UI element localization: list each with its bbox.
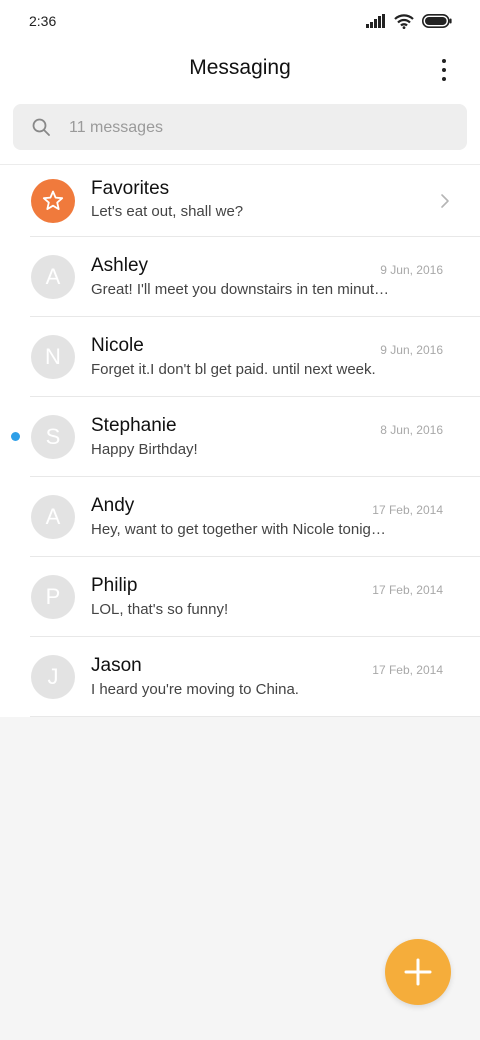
contact-name: Jason: [91, 655, 142, 676]
avatar: J: [31, 655, 75, 699]
message-date: 17 Feb, 2014: [372, 583, 443, 597]
avatar: P: [31, 575, 75, 619]
conversation-item-philip[interactable]: P Philip 17 Feb, 2014 LOL, that's so fun…: [0, 557, 480, 637]
chevron-right-icon: [441, 194, 449, 208]
conversation-item-ashley[interactable]: A Ashley 9 Jun, 2016 Great! I'll meet yo…: [0, 237, 480, 317]
message-preview: Hey, want to get together with Nicole to…: [91, 521, 391, 538]
message-preview: LOL, that's so funny!: [91, 601, 229, 618]
page-title: Messaging: [189, 56, 291, 79]
favorites-preview: Let's eat out, shall we?: [91, 203, 244, 220]
contact-name: Nicole: [91, 335, 144, 356]
message-date: 17 Feb, 2014: [372, 503, 443, 517]
conversation-list: Favorites Let's eat out, shall we? A Ash…: [0, 164, 480, 717]
signal-icon: [366, 14, 385, 28]
avatar: A: [31, 255, 75, 299]
battery-icon: [422, 14, 452, 28]
plus-icon: [404, 958, 432, 986]
search-input[interactable]: [67, 104, 451, 152]
avatar: S: [31, 415, 75, 459]
message-preview: I heard you're moving to China.: [91, 681, 299, 698]
message-preview: Forget it.I don't bl get paid. until nex…: [91, 361, 376, 378]
conversation-item-nicole[interactable]: N Nicole 9 Jun, 2016 Forget it.I don't b…: [0, 317, 480, 397]
favorites-item[interactable]: Favorites Let's eat out, shall we?: [0, 165, 480, 237]
search-box[interactable]: [13, 104, 467, 152]
status-icons: [366, 13, 452, 29]
unread-indicator: [11, 432, 20, 441]
conversation-item-andy[interactable]: A Andy 17 Feb, 2014 Hey, want to get tog…: [0, 477, 480, 557]
more-options-button[interactable]: [432, 56, 456, 84]
more-vertical-icon: [442, 59, 446, 63]
contact-name: Ashley: [91, 255, 149, 276]
app-header: Messaging: [0, 42, 480, 98]
favorites-name: Favorites: [91, 178, 170, 199]
search-icon: [32, 118, 50, 136]
message-preview: Great! I'll meet you downstairs in ten m…: [91, 281, 391, 298]
status-bar: 2:36: [0, 0, 480, 42]
contact-name: Andy: [91, 495, 135, 516]
message-date: 8 Jun, 2016: [380, 423, 443, 437]
favorites-avatar: [31, 179, 75, 223]
message-date: 17 Feb, 2014: [372, 663, 443, 677]
new-message-button[interactable]: [385, 939, 451, 1005]
avatar: A: [31, 495, 75, 539]
star-icon: [42, 190, 64, 210]
status-time: 2:36: [29, 13, 57, 29]
contact-name: Stephanie: [91, 415, 177, 436]
search-area: [0, 98, 480, 164]
divider: [30, 716, 480, 717]
message-date: 9 Jun, 2016: [380, 263, 443, 277]
message-date: 9 Jun, 2016: [380, 343, 443, 357]
contact-name: Philip: [91, 575, 138, 596]
wifi-icon: [394, 13, 414, 29]
conversation-item-jason[interactable]: J Jason 17 Feb, 2014 I heard you're movi…: [0, 637, 480, 717]
conversation-item-stephanie[interactable]: S Stephanie 8 Jun, 2016 Happy Birthday!: [0, 397, 480, 477]
messaging-screen: 2:36 Messaging 11 messages Favorites Let…: [0, 0, 480, 1040]
avatar: N: [31, 335, 75, 379]
message-preview: Happy Birthday!: [91, 441, 198, 458]
